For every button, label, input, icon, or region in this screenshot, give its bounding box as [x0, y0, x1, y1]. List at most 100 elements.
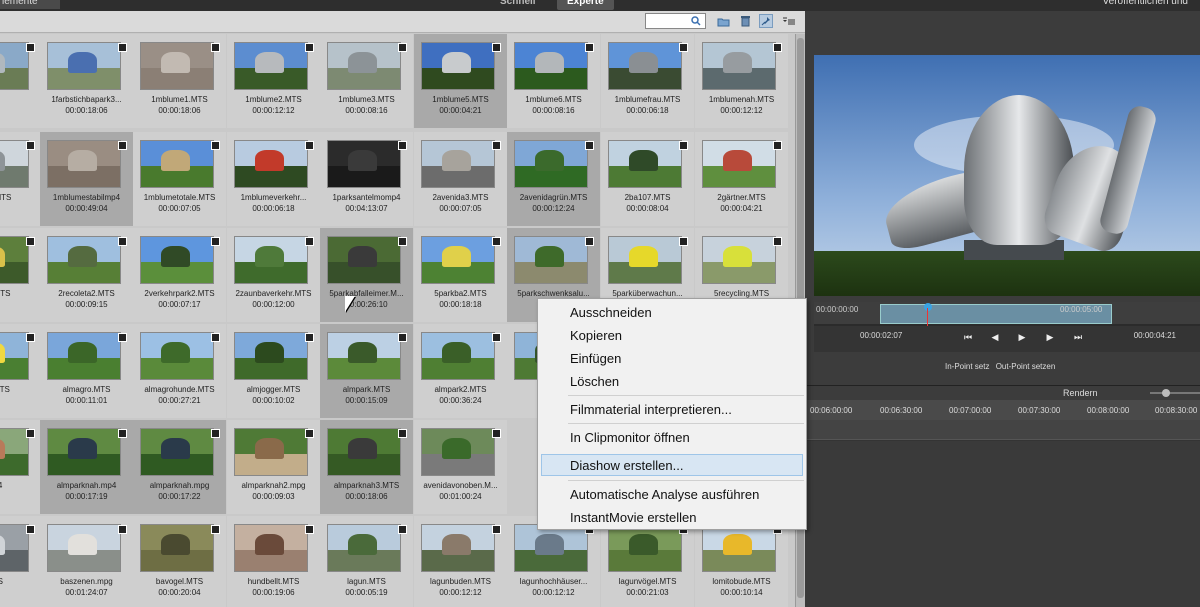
menu-item-interpret-footage[interactable]: Filmmaterial interpretieren... — [570, 402, 732, 417]
set-out-point-button[interactable]: Out-Point setzen — [996, 362, 1056, 371]
thumb-subject — [68, 150, 97, 171]
clip-tile[interactable]: almparknah3.MTS 00:00:18:06 — [320, 420, 413, 514]
clip-tile[interactable]: almpark2.MTS 00:00:36:24 — [414, 324, 507, 418]
thumb-subject — [68, 342, 97, 363]
clip-tile[interactable]: MTS 07 — [0, 516, 41, 607]
clip-tile[interactable]: 1mblume1.MTS 00:00:18:06 — [133, 34, 226, 128]
menu-item-instantmovie[interactable]: InstantMovie erstellen — [570, 510, 696, 525]
clip-tile[interactable]: 2zaunbaverkehr.MTS 00:00:12:00 — [227, 228, 320, 322]
render-button[interactable]: Rendern — [1063, 388, 1098, 398]
new-folder-icon[interactable] — [716, 14, 730, 28]
clip-tile[interactable]: almagro.MTS 00:00:11:01 — [40, 324, 133, 418]
film-strip-icon — [398, 429, 407, 438]
video-track[interactable] — [805, 420, 1200, 440]
film-strip-icon — [492, 333, 501, 342]
clip-tile[interactable]: almjogger.MTS 00:00:10:02 — [227, 324, 320, 418]
thumb-subject — [348, 342, 377, 363]
clip-tile[interactable]: 2recoleta2.MTS 00:00:09:15 — [40, 228, 133, 322]
clip-tile[interactable]: 1mblumefrau.MTS 00:00:06:18 — [601, 34, 694, 128]
menu-item-open-clip-monitor[interactable]: In Clipmonitor öffnen — [570, 430, 690, 445]
step-forward-icon[interactable]: ▶ — [1042, 329, 1058, 345]
clip-thumbnail — [421, 236, 495, 284]
menu-item-copy[interactable]: Kopieren — [570, 328, 622, 343]
list-menu-icon[interactable] — [782, 14, 796, 28]
tab-expert[interactable]: Experte — [557, 0, 614, 10]
clip-duration: 00:00:07:05 — [439, 204, 482, 213]
clip-tile[interactable]: 2avenida3.MTS 00:00:07:05 — [414, 132, 507, 226]
clip-tile[interactable]: lagun.MTS 00:00:05:19 — [320, 516, 413, 607]
zoom-slider-knob[interactable] — [1162, 389, 1170, 397]
clip-tile[interactable]: bavogel.MTS 00:00:20:04 — [133, 516, 226, 607]
clip-thumbnail — [140, 332, 214, 380]
pin-icon[interactable] — [759, 14, 773, 28]
clip-filename: 5parkschwenksalu... — [517, 289, 590, 298]
clip-duration: 00:00:09:03 — [252, 492, 295, 501]
thumb-subject — [535, 534, 564, 555]
menu-item-delete[interactable]: Löschen — [570, 374, 619, 389]
clip-tile[interactable]: 1mblumeverkehr... 00:00:06:18 — [227, 132, 320, 226]
clip-filename: 1mblumefrau.MTS — [614, 95, 681, 104]
monitor-ruler[interactable]: 00:00:00:00 00:00:05:00 — [814, 302, 1200, 328]
clip-tile[interactable]: almparknah.mp4 00:00:17:19 — [40, 420, 133, 514]
playhead-marker[interactable] — [924, 303, 932, 311]
clip-tile[interactable]: avenidavonoben.M... 00:01:00:24 — [414, 420, 507, 514]
clip-tile[interactable]: tabil.MTS 07 — [0, 132, 41, 226]
clip-tile[interactable]: 2gärtner.MTS 00:00:04:21 — [695, 132, 788, 226]
clip-tile[interactable]: 2ba107.MTS 00:00:08:04 — [601, 132, 694, 226]
clip-tile[interactable]: hundbellt.MTS 00:00:19:06 — [227, 516, 320, 607]
thumb-subject — [629, 52, 658, 73]
tab-quick[interactable]: Schnell — [490, 0, 546, 10]
search-icon[interactable] — [689, 14, 703, 28]
clip-tile[interactable]: 1mblumenah.MTS 00:00:12:12 — [695, 34, 788, 128]
clip-tile[interactable]: almparknah2.mpg 00:00:09:03 — [227, 420, 320, 514]
thumb-subject — [161, 150, 190, 171]
thumb-subject — [348, 150, 377, 171]
track-area[interactable] — [805, 441, 1200, 607]
clip-duration: 00:00:07:17 — [158, 300, 201, 309]
clip-tile[interactable]: mp403 — [0, 420, 41, 514]
trash-icon[interactable] — [738, 14, 752, 28]
film-strip-icon — [398, 237, 407, 246]
clip-tile[interactable]: ro3.MTS 13 — [0, 324, 41, 418]
clip-tile[interactable]: 1mblume5.MTS 00:00:04:21 — [414, 34, 507, 128]
publish-tab[interactable]: Veröffentlichen und — [1103, 0, 1188, 8]
set-in-point-button[interactable]: In-Point setz — [945, 362, 989, 371]
clip-tile[interactable]: baszenen.mpg 00:01:24:07 — [40, 516, 133, 607]
premiere-elements-window: lemente Schnell Experte Veröffentlichen … — [0, 0, 1200, 607]
clip-thumbnail — [327, 524, 401, 572]
clip-duration: 00:00:11:01 — [65, 396, 108, 405]
skip-end-icon[interactable]: ⏭ — [1070, 329, 1086, 345]
film-strip-icon — [26, 237, 35, 246]
step-back-icon[interactable]: ◀ — [987, 329, 1003, 345]
clip-thumbnail — [47, 140, 121, 188]
clip-tile[interactable]: 1parksantelmomp4 00:04:13:07 — [320, 132, 413, 226]
clip-tile[interactable] — [0, 34, 41, 128]
clip-filename: almparknah3.MTS — [333, 481, 400, 490]
clip-tile[interactable]: almparknah.mpg 00:00:17:22 — [133, 420, 226, 514]
clip-tile[interactable]: 1farbstichbapark3... 00:00:18:06 — [40, 34, 133, 128]
clip-tile[interactable]: almpark.MTS 00:00:15:09 — [320, 324, 413, 418]
timeline-ruler[interactable]: 00:06:00:00 00:06:30:00 00:07:00:00 00:0… — [805, 400, 1200, 420]
zoom-slider[interactable] — [1150, 392, 1200, 394]
clip-tile[interactable]: 2verkehrpark2.MTS 00:00:07:17 — [133, 228, 226, 322]
clip-tile[interactable]: cen.MTS 11 — [0, 228, 41, 322]
video-preview[interactable] — [814, 55, 1200, 296]
play-icon[interactable]: ▶ — [1014, 329, 1030, 345]
menu-item-cut[interactable]: Ausschneiden — [570, 305, 652, 320]
film-strip-icon — [398, 525, 407, 534]
clip-tile[interactable]: 5parkba2.MTS 00:00:18:18 — [414, 228, 507, 322]
menu-item-create-slideshow[interactable]: Diashow erstellen... — [570, 458, 683, 473]
clip-tile[interactable]: lagunbuden.MTS 00:00:12:12 — [414, 516, 507, 607]
clip-tile[interactable]: 1mblume3.MTS 00:00:08:16 — [320, 34, 413, 128]
menu-item-paste[interactable]: Einfügen — [570, 351, 621, 366]
clip-tile[interactable]: almagrohunde.MTS 00:00:27:21 — [133, 324, 226, 418]
clip-tile[interactable]: 5parkabfalleimer.M... 00:00:26:10 — [320, 228, 413, 322]
clip-tile[interactable]: 2avenidagrün.MTS 00:00:12:24 — [507, 132, 600, 226]
clip-tile[interactable]: 1mblume2.MTS 00:00:12:12 — [227, 34, 320, 128]
top-left-tab[interactable]: lemente — [0, 0, 60, 9]
skip-start-icon[interactable]: ⏮ — [960, 329, 976, 345]
clip-tile[interactable]: 1mblumetotale.MTS 00:00:07:05 — [133, 132, 226, 226]
clip-tile[interactable]: 1mblume6.MTS 00:00:08:16 — [507, 34, 600, 128]
clip-tile[interactable]: 1mblumestabilmp4 00:00:49:04 — [40, 132, 133, 226]
menu-item-auto-analyze[interactable]: Automatische Analyse ausführen — [570, 487, 759, 502]
